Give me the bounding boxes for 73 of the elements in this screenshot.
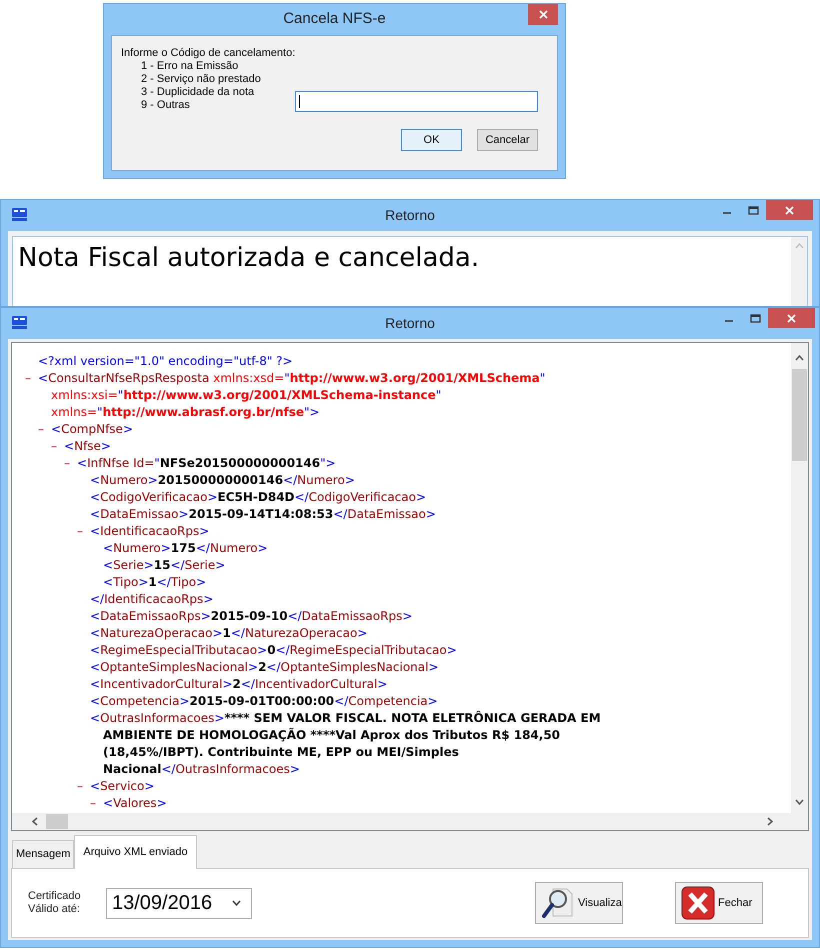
horizontal-scrollbar[interactable] (12, 813, 808, 830)
xml-line: <RegimeEspecialTributacao>0</RegimeEspecialTributacao> (90, 642, 457, 659)
tab[interactable]: Arquivo XML enviado (74, 835, 197, 869)
close-button[interactable] (528, 4, 558, 25)
xml-line: <IdentificacaoRps> (90, 523, 210, 540)
xml-line: <Competencia>2015-09-01T00:00:00</Competencia> (90, 693, 438, 710)
maximize-icon (750, 314, 760, 322)
close-button[interactable] (766, 200, 813, 220)
xml-line: <CompNfse> (51, 421, 133, 438)
xml-line: <Tipo>1</Tipo> (103, 574, 206, 591)
caret-icon (232, 900, 241, 906)
close-icon (787, 314, 796, 322)
xml-line: <InfNfse Id="NFSe201500000000146"> (77, 455, 336, 472)
collapse-toggle[interactable]: – (25, 371, 31, 385)
scroll-right-icon (767, 817, 773, 826)
ok-button[interactable]: OK (401, 129, 462, 151)
window-title: Retorno (385, 314, 435, 333)
scroll-up-icon (794, 243, 804, 249)
xml-line: <Servico> (90, 778, 154, 795)
maximize-icon (748, 206, 758, 214)
xml-line: <?xml version="1.0" encoding="utf-8" ?> (38, 353, 293, 370)
close-icon (538, 10, 548, 19)
xml-line: <Valores> (103, 795, 167, 812)
scroll-thumb[interactable] (46, 814, 68, 829)
window-title: Cancela NFS-e (283, 9, 386, 30)
close-button[interactable] (768, 308, 815, 328)
option-text: 1 - Erro na Emissão (141, 60, 240, 73)
prompt-text: Informe o Código de cancelamento: (121, 47, 296, 60)
xml-line: <CodigoVerificacao>EC5H-D84D</CodigoVerificacao> (90, 489, 426, 506)
scroll-up-icon (795, 355, 804, 361)
collapse-toggle[interactable]: – (90, 796, 96, 810)
app-logo-icon (11, 207, 28, 222)
vertical-scrollbar[interactable] (791, 237, 807, 306)
cancel-button[interactable]: Cancelar (477, 129, 538, 151)
minimize-icon (725, 320, 733, 322)
scroll-left-icon (32, 817, 38, 826)
xml-line: </IdentificacaoRps> (90, 591, 214, 608)
collapse-toggle[interactable]: – (77, 779, 83, 793)
xml-line: <DataEmissao>2015-09-14T14:08:53</DataEmissao> (90, 506, 436, 523)
xml-line: <IncentivadorCultural>2</IncentivadorCultural> (90, 676, 388, 693)
option-text: 9 - Outras (141, 99, 191, 112)
xml-line: <Serie>15</Serie> (103, 557, 226, 574)
message-box[interactable]: Nota Fiscal autorizada e cancelada. (12, 236, 808, 306)
collapse-toggle[interactable]: – (77, 524, 83, 538)
certificate-label: Certificado Válido até: (28, 890, 82, 916)
collapse-toggle[interactable]: – (64, 456, 70, 470)
view-button[interactable]: Visualiza (535, 882, 623, 924)
window-title: Retorno (385, 206, 435, 225)
code-input-field[interactable] (295, 91, 538, 112)
collapse-toggle[interactable]: – (51, 439, 57, 453)
xml-line: <ConsultarNfseRpsResposta xmlns:xsd="http://www.w3.org/2001/XMLSchema" xmlns:xsi="http://www.w3.org/2001/XMLSchema-instance" xmlns="http://www.abrasf.org.br/nfse"> (38, 370, 546, 421)
tab[interactable]: Mensagem (12, 840, 74, 868)
option-text: 2 - Serviço não prestado (141, 73, 262, 86)
vertical-scrollbar[interactable] (791, 343, 808, 813)
xml-line: <OptanteSimplesNacional>2</OptanteSimplesNacional> (90, 659, 439, 676)
magnifier-icon (541, 886, 575, 920)
xml-line: <Numero>201500000000146</Numero> (90, 472, 355, 489)
xml-line: <Numero>175</Numero> (103, 540, 268, 557)
scroll-down-icon (795, 799, 804, 805)
xml-line: <OutrasInformacoes>**** SEM VALOR FISCAL. NOTA ELETRÔNICA GERADA EM AMBIENTE DE HOMOLOGAÇÃO ****Val Aprox dos Tributos R$ 184,50 (18,45%/IBPT). Contribuinte ME, EPP ou MEI/Simples Nacional</OutrasInformacoes> (90, 710, 602, 778)
close-button[interactable]: Fechar (675, 882, 763, 924)
message-text: Nota Fiscal autorizada e cancelada. (18, 243, 480, 273)
xml-line: <Nfse> (64, 438, 111, 455)
option-text: 3 - Duplicidade da nota (141, 86, 256, 99)
collapse-toggle[interactable]: – (38, 422, 44, 436)
app-logo-icon (11, 315, 28, 330)
xml-line: <NaturezaOperacao>1</NaturezaOperacao> (90, 625, 368, 642)
xml-line: <DataEmissaoRps>2015-09-10</DataEmissaoRps> (90, 608, 412, 625)
scroll-thumb[interactable] (792, 369, 807, 461)
close-icon (785, 206, 794, 214)
minimize-icon (723, 212, 731, 214)
x-icon (681, 886, 715, 920)
date-picker[interactable]: 13/09/2016 (106, 888, 252, 918)
